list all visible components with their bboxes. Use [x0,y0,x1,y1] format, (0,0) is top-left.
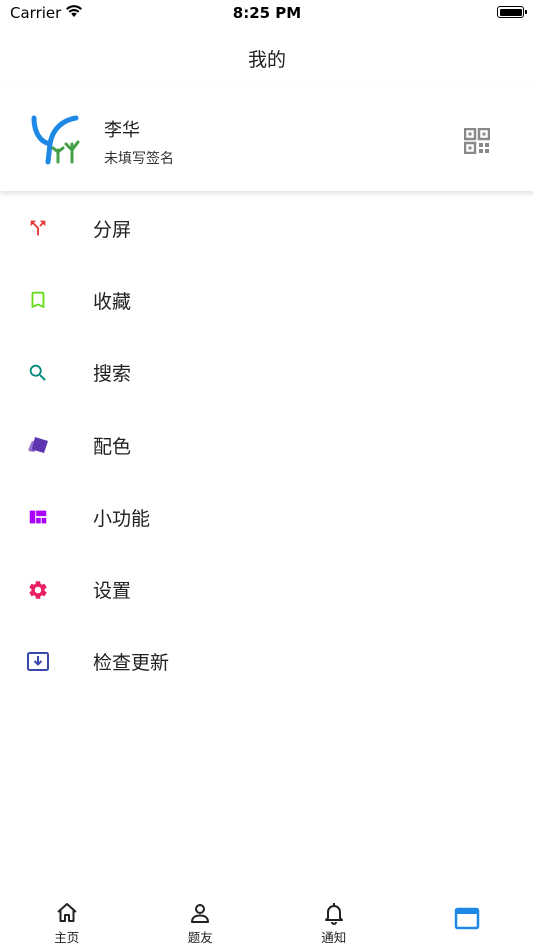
menu-label: 搜索 [93,363,132,386]
user-signature: 未填写签名 [104,151,174,167]
gear-icon [26,578,50,602]
dashboard-icon [26,505,50,529]
battery-icon [497,6,527,18]
page-title: 我的 [247,48,286,71]
menu-item-split[interactable]: 分屏 [0,192,534,264]
menu-list: 分屏 收藏 搜索 配色 小功能 设置 检查更新 [0,192,534,698]
download-box-icon [26,650,50,674]
menu-item-check-update[interactable]: 检查更新 [0,626,534,698]
menu-label: 收藏 [93,290,132,313]
battery-fill [499,8,522,16]
status-time: 8:25 PM [232,4,302,22]
tab-label: 通知 [321,930,347,945]
nav-bar: 我的 [0,28,534,88]
palette-cards-icon [26,433,50,457]
menu-label: 配色 [93,435,132,458]
menu-label: 设置 [93,580,132,603]
window-icon [454,906,480,932]
tab-me[interactable] [401,890,534,950]
user-name: 李华 [104,120,140,141]
tab-bar: 主页 题友 通知 [0,890,534,950]
tab-label: 题友 [187,930,213,945]
menu-item-colors[interactable]: 配色 [0,409,534,481]
menu-item-tools[interactable]: 小功能 [0,481,534,553]
menu-item-search[interactable]: 搜索 [0,337,534,409]
menu-item-settings[interactable]: 设置 [0,553,534,625]
qr-code-icon[interactable] [463,127,491,155]
bell-icon [321,900,347,926]
profile-card[interactable]: 李华 未填写签名 [0,88,534,191]
home-icon [54,900,80,926]
tree-logo-icon[interactable] [30,114,82,166]
split-icon [26,216,50,240]
tab-home[interactable]: 主页 [0,890,134,950]
menu-label: 分屏 [93,218,132,241]
menu-label: 小功能 [93,507,151,530]
menu-item-favorites[interactable]: 收藏 [0,264,534,336]
search-icon [26,361,50,385]
tab-label: 主页 [54,930,80,945]
profile-screen: Carrier 8:25 PM 我的 李华 未填写签名 分屏 收藏 搜索 配色 … [0,0,534,950]
person-icon [187,900,213,926]
menu-label: 检查更新 [93,652,170,675]
bookmark-icon [26,288,50,312]
tab-notifications[interactable]: 通知 [267,890,401,950]
status-bar: Carrier 8:25 PM [0,0,534,28]
tab-friends[interactable]: 题友 [134,890,268,950]
